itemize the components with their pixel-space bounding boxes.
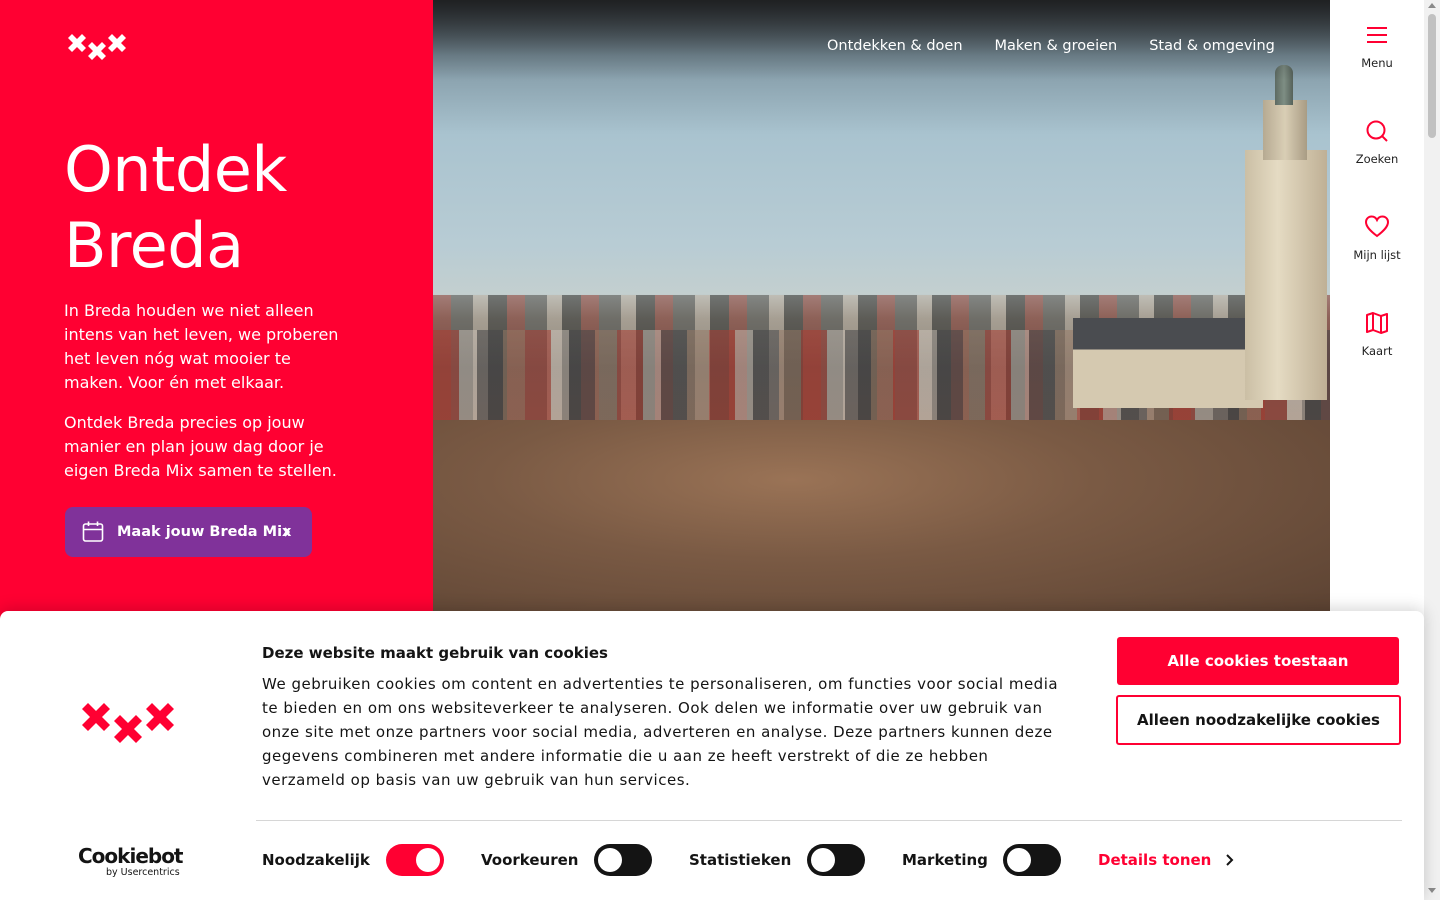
hero-title: Ontdek Breda bbox=[64, 132, 404, 284]
scroll-down-arrow-icon[interactable] bbox=[1428, 888, 1436, 893]
cookie-banner-divider bbox=[256, 820, 1402, 821]
necessary-cookies-only-button[interactable]: Alleen noodzakelijke cookies bbox=[1116, 695, 1401, 745]
make-breda-mix-button[interactable]: Maak jouw Breda Mix bbox=[65, 507, 312, 557]
breda-logo-icon[interactable] bbox=[66, 34, 130, 64]
rail-menu-button[interactable]: Menu bbox=[1330, 22, 1424, 92]
hero-image-breda-skyline bbox=[433, 0, 1330, 612]
rail-map-button[interactable]: Kaart bbox=[1330, 310, 1424, 380]
show-details-label: Details tonen bbox=[1098, 851, 1212, 869]
rail-my-list-button[interactable]: Mijn lijst bbox=[1330, 214, 1424, 284]
hero-title-line-1: Ontdek bbox=[64, 133, 287, 206]
calendar-icon bbox=[82, 521, 104, 542]
cookiebot-brand-name: Cookiebot bbox=[78, 844, 184, 868]
cookiebot-brand-sub: by Usercentrics bbox=[106, 867, 180, 878]
rail-search-button[interactable]: Zoeken bbox=[1330, 118, 1424, 188]
consent-marketing[interactable]: Marketing bbox=[902, 843, 1061, 877]
hero-title-line-2: Breda bbox=[64, 209, 244, 282]
make-breda-mix-label: Maak jouw Breda Mix bbox=[117, 524, 292, 540]
consent-preferences[interactable]: Voorkeuren bbox=[481, 843, 652, 877]
scrollbar-thumb[interactable] bbox=[1428, 14, 1436, 138]
cookie-banner-title: Deze website maakt gebruik van cookies bbox=[262, 644, 608, 662]
toggle-knob bbox=[811, 848, 835, 872]
cookie-consent-banner: Deze website maakt gebruik van cookies W… bbox=[0, 611, 1424, 900]
rail-menu-label: Menu bbox=[1361, 56, 1393, 70]
scroll-up-arrow-icon[interactable] bbox=[1428, 3, 1436, 8]
main-navigation: Ontdekken & doen Maken & groeien Stad & … bbox=[827, 38, 1307, 58]
menu-icon bbox=[1367, 27, 1387, 43]
allow-all-cookies-button[interactable]: Alle cookies toestaan bbox=[1117, 637, 1399, 685]
consent-marketing-label: Marketing bbox=[902, 851, 988, 869]
consent-statistics-toggle[interactable] bbox=[807, 844, 865, 876]
hero-paragraph-1: In Breda houden we niet alleen intens va… bbox=[64, 301, 339, 392]
rail-my-list-label: Mijn lijst bbox=[1353, 248, 1401, 262]
nav-ontdekken-en-doen[interactable]: Ontdekken & doen bbox=[827, 38, 963, 58]
heart-icon bbox=[1364, 215, 1390, 238]
hero-image-tower bbox=[1245, 150, 1327, 400]
hero-image-tower-top bbox=[1263, 100, 1307, 160]
hero-image-trees bbox=[433, 420, 1330, 612]
nav-maken-en-groeien[interactable]: Maken & groeien bbox=[995, 38, 1118, 58]
show-details-link[interactable]: Details tonen bbox=[1098, 851, 1235, 869]
consent-necessary-label: Noodzakelijk bbox=[262, 851, 370, 869]
toggle-knob bbox=[416, 848, 440, 872]
cookie-banner-body: We gebruiken cookies om content en adver… bbox=[262, 675, 1059, 789]
consent-marketing-toggle[interactable] bbox=[1003, 844, 1061, 876]
cookiebot-logo[interactable]: Cookiebot by Usercentrics bbox=[78, 845, 188, 885]
page-scrollbar[interactable] bbox=[1424, 0, 1440, 900]
toggle-knob bbox=[598, 848, 622, 872]
consent-preferences-toggle[interactable] bbox=[594, 844, 652, 876]
breda-logo-red-icon bbox=[82, 703, 174, 743]
consent-statistics-label: Statistieken bbox=[689, 851, 792, 869]
hero-image-church bbox=[1073, 318, 1263, 408]
hero-paragraph-2: Ontdek Breda precies op jouw manier en p… bbox=[64, 413, 337, 480]
nav-stad-en-omgeving[interactable]: Stad & omgeving bbox=[1149, 38, 1275, 58]
consent-preferences-label: Voorkeuren bbox=[481, 851, 579, 869]
chevron-right-icon bbox=[1226, 854, 1234, 866]
rail-search-label: Zoeken bbox=[1355, 152, 1399, 166]
map-icon bbox=[1366, 312, 1388, 334]
consent-statistics[interactable]: Statistieken bbox=[689, 843, 865, 877]
consent-necessary-toggle[interactable] bbox=[386, 844, 444, 876]
rail-map-label: Kaart bbox=[1361, 344, 1393, 358]
toggle-knob bbox=[1007, 848, 1031, 872]
chevron-right-icon bbox=[284, 527, 291, 537]
search-icon bbox=[1366, 120, 1388, 142]
consent-necessary[interactable]: Noodzakelijk bbox=[262, 843, 444, 877]
